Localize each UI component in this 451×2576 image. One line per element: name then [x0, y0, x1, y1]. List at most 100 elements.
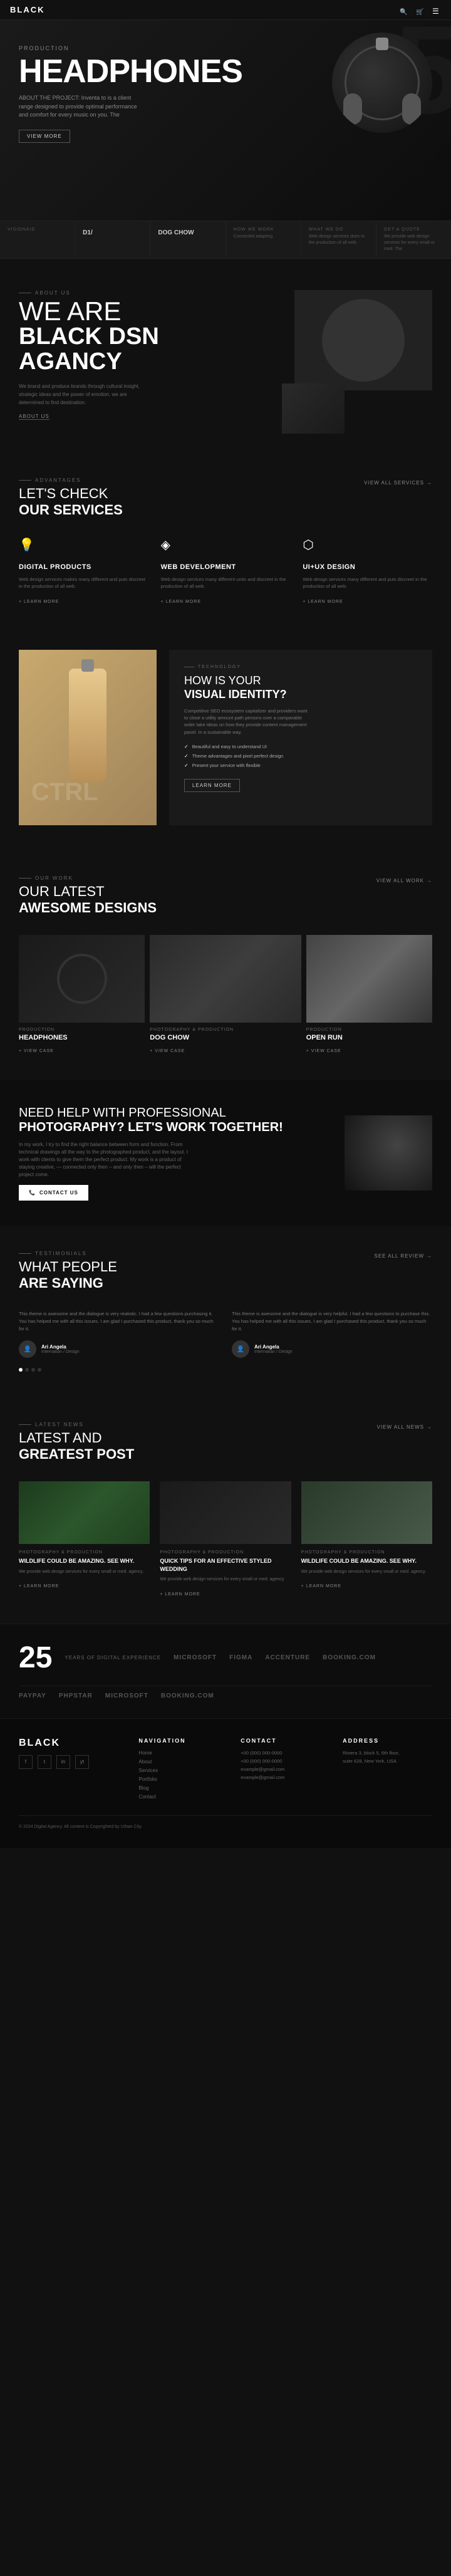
service-name: WEB DEVELOPMENT — [161, 563, 291, 571]
service-web-dev: ◈ WEB DEVELOPMENT Web design services ma… — [161, 537, 291, 607]
years-label: YEARS OF DIGITAL EXPERIENCE — [65, 1654, 161, 1662]
testimonial-name: Ari Angela — [41, 1344, 80, 1350]
service-learn-more[interactable]: LEARN MORE — [303, 600, 343, 604]
cta-description: In my work, I try to find the right bala… — [19, 1141, 194, 1179]
cart-icon[interactable] — [416, 6, 425, 14]
portfolio-view-case[interactable]: VIEW CASE — [150, 1049, 185, 1053]
client-item-d1[interactable]: D1/ — [75, 221, 150, 258]
identity-cta[interactable]: LEARN MORE — [184, 779, 240, 792]
footer-link-blog[interactable]: Blog — [138, 1785, 228, 1791]
testimonials-grid: This theme is awesome and the dialogue i… — [19, 1310, 432, 1358]
testimonial-quote: This theme is awesome and the dialogue i… — [19, 1310, 219, 1333]
footer-nav-col: NAVIGATION Home About Services Portfolio… — [138, 1738, 228, 1803]
about-content: ABOUT US WE ARE BLACK DSN AGANCY We bran… — [19, 290, 269, 420]
portfolio-title-bold: AWESOME DESIGNS — [19, 900, 157, 916]
nav-actions — [400, 6, 441, 14]
identity-tag: TECHNOLOGY — [184, 665, 417, 669]
client-item-how[interactable]: HOW WE WORK Connected adapting — [226, 221, 301, 258]
years-number: 25 — [19, 1643, 52, 1673]
portfolio-item-name: OPEN RUN — [306, 1034, 432, 1041]
portfolio-item-name: DOG CHOW — [150, 1034, 301, 1041]
service-layers-icon: ◈ — [161, 537, 181, 557]
services-section: ADVANTAGES LET'S CHECK OUR SERVICES VIEW… — [0, 452, 451, 650]
phone-icon: 📞 — [29, 1190, 36, 1196]
social-linkedin[interactable]: in — [56, 1755, 70, 1769]
blog-post-1: PHOTOGRAPHY & PRODUCTION WILDLIFE COULD … — [19, 1481, 150, 1598]
footer-contact-col: CONTACT +00 (000) 000-0000 +00 (000) 000… — [241, 1738, 330, 1803]
blog-post-tag: PHOTOGRAPHY & PRODUCTION — [160, 1550, 291, 1555]
service-learn-more[interactable]: LEARN MORE — [19, 600, 59, 604]
cta-title-bold: PHOTOGRAPHY? LET'S WORK TOGETHER! — [19, 1120, 332, 1135]
blog-post-3: PHOTOGRAPHY & PRODUCTION WILDLIFE COULD … — [301, 1481, 432, 1598]
social-twitter[interactable]: t — [38, 1755, 51, 1769]
service-lightbulb-icon: 💡 — [19, 537, 39, 557]
hero-cta[interactable]: VIEW MORE — [19, 130, 70, 143]
blog-header: LATEST NEWS LATEST AND GREATEST POST VIE… — [19, 1422, 432, 1463]
footer-top: BLACK f t in yt NAVIGATION Home About Se… — [19, 1738, 432, 1816]
client-item-dogchow[interactable]: DOG CHOW — [150, 221, 226, 258]
hero-image — [332, 33, 432, 133]
service-name: DIGITAL PRODUCTS — [19, 563, 148, 571]
footer-link-home[interactable]: Home — [138, 1750, 228, 1756]
portfolio-item-openrun: PRODUCTION OPEN RUN VIEW CASE — [306, 935, 432, 1055]
services-view-all[interactable]: VIEW ALL SERVICES — [364, 480, 432, 486]
cta-button[interactable]: 📞 CONTACT US — [19, 1185, 88, 1201]
dot-1[interactable] — [19, 1368, 23, 1372]
social-youtube[interactable]: yt — [75, 1755, 89, 1769]
social-facebook[interactable]: f — [19, 1755, 33, 1769]
brands-top: 25 YEARS OF DIGITAL EXPERIENCE microsoft… — [19, 1643, 432, 1673]
dot-4[interactable] — [38, 1368, 41, 1372]
logo: BLACK — [10, 5, 45, 14]
blog-view-all[interactable]: VIEW ALL NEWS — [377, 1424, 432, 1430]
client-tag: GET A QUOTE — [384, 227, 443, 232]
service-learn-more[interactable]: LEARN MORE — [161, 600, 201, 604]
testimonial-2: This theme is awesome and the dialogue i… — [232, 1310, 432, 1358]
testimonials-header: TESTIMONIALS WHAT PEOPLE ARE SAYING SEE … — [19, 1251, 432, 1291]
portfolio-item-tag: PHOTOGRAPHY & PRODUCTION — [150, 1028, 301, 1032]
testimonials-section: TESTIMONIALS WHAT PEOPLE ARE SAYING SEE … — [0, 1226, 451, 1397]
identity-feature-3: Present your service with flexible — [184, 761, 417, 770]
testimonial-pagination — [19, 1368, 432, 1372]
portfolio-view-case[interactable]: VIEW CASE — [19, 1049, 54, 1053]
client-item-quote[interactable]: GET A QUOTE We provide web design servic… — [376, 221, 451, 258]
client-desc: Connected adapting — [234, 234, 293, 240]
footer-link-services[interactable]: Services — [138, 1768, 228, 1773]
blog-read-more[interactable]: LEARN MORE — [19, 1584, 59, 1588]
testimonials-tag: TESTIMONIALS — [19, 1251, 117, 1256]
menu-icon[interactable] — [432, 6, 441, 14]
portfolio-view-all[interactable]: VIEW ALL WORK — [376, 878, 432, 884]
about-cta[interactable]: ABOUT US — [19, 414, 49, 420]
dot-3[interactable] — [31, 1368, 35, 1372]
testimonial-avatar: 👤 — [19, 1340, 36, 1358]
dot-2[interactable] — [25, 1368, 29, 1372]
portfolio-header: OUR WORK OUR LATEST AWESOME DESIGNS VIEW… — [19, 875, 432, 916]
brand-phpstar: phpStar — [59, 1692, 93, 1699]
blog-post-desc: We provide web design services for every… — [160, 1577, 291, 1583]
blog-post-tag: PHOTOGRAPHY & PRODUCTION — [301, 1550, 432, 1555]
main-nav: BLACK — [0, 0, 451, 20]
search-icon[interactable] — [400, 6, 408, 14]
bottle-cap — [81, 659, 94, 672]
client-item-what[interactable]: WHAT WE DO Web design services does to t… — [301, 221, 376, 258]
blog-section: LATEST NEWS LATEST AND GREATEST POST VIE… — [0, 1397, 451, 1624]
testimonials-view-all[interactable]: SEE ALL REVIEW — [374, 1253, 432, 1259]
portfolio-image — [150, 935, 301, 1023]
footer-address-2: suite 628, New York, USA — [343, 1758, 432, 1764]
blog-read-more[interactable]: LEARN MORE — [160, 1592, 200, 1597]
testimonial-quote: This theme is awesome and the dialogue i… — [232, 1310, 432, 1333]
footer-link-portfolio[interactable]: Portfolio — [138, 1776, 228, 1782]
client-item-visionaid[interactable]: VISIONAID — [0, 221, 75, 258]
portfolio-view-case[interactable]: VIEW CASE — [306, 1049, 341, 1053]
footer-phone-2: +00 (000) 000-0000 — [241, 1758, 330, 1764]
footer-link-contact[interactable]: Contact — [138, 1794, 228, 1800]
cta-content: NEED HELP WITH PROFESSIONAL PHOTOGRAPHY?… — [19, 1105, 332, 1201]
blog-title-light: LATEST AND — [19, 1430, 134, 1446]
blog-read-more[interactable]: LEARN MORE — [301, 1584, 341, 1588]
footer-link-about[interactable]: About — [138, 1759, 228, 1765]
service-ux-design: ⬡ UI+UX DESIGN Web design services many … — [303, 537, 432, 607]
client-desc: Web design services does to the producti… — [309, 234, 368, 246]
portfolio-section: OUR WORK OUR LATEST AWESOME DESIGNS VIEW… — [0, 850, 451, 1080]
blog-post-desc: We provide web design services for every… — [301, 1569, 432, 1576]
testimonial-author-info: Ari Angela Internatian / Design — [41, 1344, 80, 1354]
footer: BLACK f t in yt NAVIGATION Home About Se… — [0, 1719, 451, 1848]
